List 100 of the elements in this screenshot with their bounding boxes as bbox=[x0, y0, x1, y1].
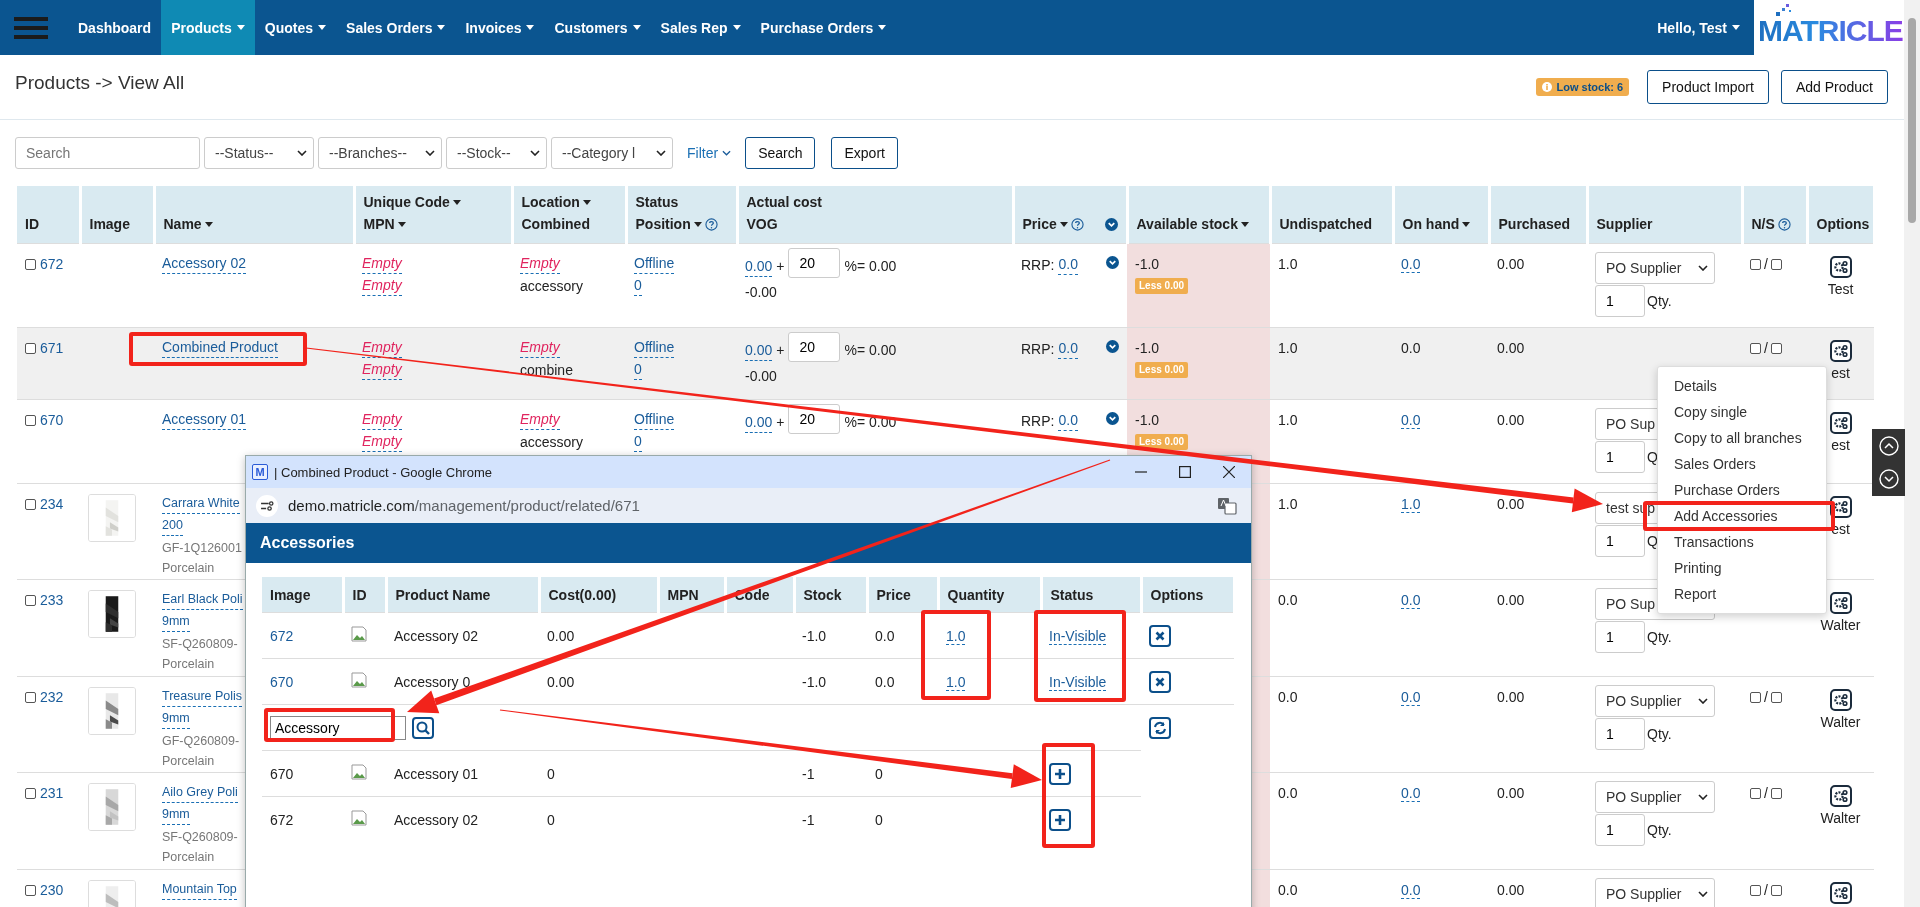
supplier-select[interactable]: PO Supplier bbox=[1595, 878, 1715, 907]
settings-icon[interactable] bbox=[1829, 785, 1852, 807]
caret-icon[interactable] bbox=[1732, 25, 1740, 30]
header-label[interactable]: Undispatched bbox=[1279, 213, 1373, 235]
product-link[interactable]: Treasure Polis bbox=[162, 687, 243, 707]
filter-select[interactable]: --Branches-- bbox=[318, 137, 442, 169]
quantity-field[interactable]: 1 bbox=[1595, 441, 1645, 473]
translate-icon[interactable] bbox=[1217, 496, 1237, 515]
checkbox[interactable] bbox=[25, 884, 36, 896]
product-link[interactable]: Accessory 01 bbox=[162, 410, 247, 430]
position-link[interactable]: 0 bbox=[634, 276, 642, 296]
nav-item[interactable]: Sales Orders bbox=[336, 0, 456, 55]
checkbox[interactable] bbox=[1770, 691, 1782, 703]
quantity-link[interactable]: 1.0 bbox=[946, 627, 966, 645]
markup-field[interactable]: 20 bbox=[788, 332, 841, 362]
filter-button[interactable]: Search bbox=[745, 137, 816, 169]
filter-link[interactable]: Filter bbox=[687, 145, 732, 161]
checkbox[interactable] bbox=[1750, 787, 1761, 799]
supplier-select[interactable]: PO Supplier bbox=[1595, 685, 1715, 717]
status-link[interactable]: In-Visible bbox=[1049, 627, 1107, 645]
add-button[interactable] bbox=[1049, 808, 1071, 831]
checkbox[interactable] bbox=[25, 258, 36, 270]
settings-icon[interactable] bbox=[1829, 592, 1852, 614]
header-label[interactable]: Name bbox=[163, 213, 202, 235]
help-icon[interactable] bbox=[704, 217, 718, 231]
markup-field[interactable]: 20 bbox=[788, 404, 841, 434]
markup-field[interactable]: 20 bbox=[788, 248, 841, 278]
header-label[interactable]: ID bbox=[25, 213, 39, 235]
quantity-link[interactable]: 1.0 bbox=[946, 673, 966, 691]
product-link[interactable]: 9mm bbox=[162, 709, 190, 729]
checkbox[interactable] bbox=[25, 594, 36, 606]
product-link[interactable]: 9mm bbox=[162, 612, 190, 632]
header-label[interactable]: Options bbox=[1816, 213, 1870, 235]
mpn-link[interactable]: Empty bbox=[362, 432, 402, 452]
expand-icon[interactable] bbox=[1106, 412, 1119, 425]
help-icon[interactable] bbox=[1070, 217, 1084, 231]
id-link[interactable]: 672 bbox=[270, 627, 294, 644]
sort-caret-icon[interactable] bbox=[1059, 221, 1068, 227]
unique-code-link[interactable]: Empty bbox=[362, 254, 402, 274]
checkbox[interactable] bbox=[1770, 342, 1782, 354]
on-hand-link[interactable]: 0.0 bbox=[1401, 256, 1421, 273]
checkbox[interactable] bbox=[25, 414, 36, 426]
help-icon[interactable] bbox=[1777, 217, 1791, 231]
header-label[interactable]: Unique Code bbox=[363, 191, 450, 213]
nav-item[interactable]: Sales Rep bbox=[650, 0, 751, 55]
url-text[interactable]: demo.matricle.com/management/product/related/671 bbox=[288, 497, 640, 514]
header-label[interactable]: Available stock bbox=[1136, 213, 1238, 235]
cost-link[interactable]: 0.00 bbox=[745, 411, 773, 433]
on-hand-link[interactable]: 0.0 bbox=[1401, 412, 1421, 429]
position-link[interactable]: 0 bbox=[634, 432, 642, 452]
location-link[interactable]: Empty bbox=[520, 410, 560, 430]
scroll-up-icon[interactable] bbox=[1878, 435, 1899, 456]
product-link[interactable]: 9mm bbox=[162, 805, 190, 825]
nav-item[interactable]: Invoices bbox=[455, 0, 545, 55]
close-icon[interactable] bbox=[1223, 466, 1235, 478]
expand-icon[interactable] bbox=[1106, 340, 1119, 353]
refresh-button[interactable] bbox=[1149, 716, 1171, 739]
settings-icon[interactable] bbox=[1829, 882, 1852, 904]
product-link[interactable]: Mountain Top bbox=[162, 880, 237, 900]
menu-item[interactable]: Details bbox=[1658, 373, 1826, 399]
remove-button[interactable] bbox=[1149, 670, 1171, 693]
on-hand-link[interactable]: 0.0 bbox=[1401, 785, 1421, 802]
id-link[interactable]: 231 bbox=[40, 783, 64, 803]
filter-select[interactable]: --Stock-- bbox=[446, 137, 547, 169]
sort-caret-icon[interactable] bbox=[397, 221, 406, 227]
quantity-field[interactable]: 1 bbox=[1595, 285, 1645, 317]
caret-icon[interactable] bbox=[236, 25, 245, 30]
search-field[interactable]: Search bbox=[15, 137, 200, 169]
quantity-field[interactable]: 1 bbox=[1595, 814, 1645, 846]
checkbox[interactable] bbox=[25, 498, 36, 510]
search-button[interactable] bbox=[412, 716, 434, 739]
on-hand-link[interactable]: 1.0 bbox=[1401, 496, 1421, 513]
menu-item[interactable]: Sales Orders bbox=[1658, 451, 1826, 477]
id-link[interactable]: 234 bbox=[40, 494, 64, 514]
id-link[interactable]: 233 bbox=[40, 590, 64, 610]
nav-item[interactable]: Quotes bbox=[254, 0, 337, 55]
remove-button[interactable] bbox=[1149, 624, 1171, 647]
checkbox[interactable] bbox=[1770, 258, 1782, 270]
product-link[interactable]: Accessory 02 bbox=[162, 254, 247, 274]
header-label[interactable]: Position bbox=[635, 213, 691, 235]
status-link[interactable]: Offline bbox=[634, 254, 675, 274]
search-field[interactable]: Accessory bbox=[270, 715, 406, 740]
header-label[interactable]: Combined bbox=[521, 213, 590, 235]
supplier-select[interactable]: PO Supplier bbox=[1595, 252, 1715, 284]
header-label[interactable]: On hand bbox=[1402, 213, 1460, 235]
filter-select[interactable]: --Category l bbox=[551, 137, 673, 169]
caret-icon[interactable] bbox=[732, 25, 741, 30]
header-label[interactable]: Actual cost bbox=[746, 191, 822, 213]
on-hand-link[interactable]: 0.0 bbox=[1401, 882, 1421, 899]
low-stock-badge[interactable]: Low stock: 6 bbox=[1536, 78, 1630, 96]
scrollbar[interactable] bbox=[1904, 0, 1920, 907]
product-link[interactable]: 200 bbox=[162, 516, 183, 536]
settings-icon[interactable] bbox=[1829, 340, 1852, 362]
status-link[interactable]: In-Visible bbox=[1049, 673, 1107, 691]
menu-item[interactable]: Printing bbox=[1658, 555, 1826, 581]
price-link[interactable]: 0.0 bbox=[1058, 410, 1078, 431]
id-link[interactable]: 670 bbox=[270, 673, 294, 690]
header-label[interactable]: MPN bbox=[363, 213, 395, 235]
sort-caret-icon[interactable] bbox=[204, 221, 213, 227]
checkbox[interactable] bbox=[25, 691, 36, 703]
